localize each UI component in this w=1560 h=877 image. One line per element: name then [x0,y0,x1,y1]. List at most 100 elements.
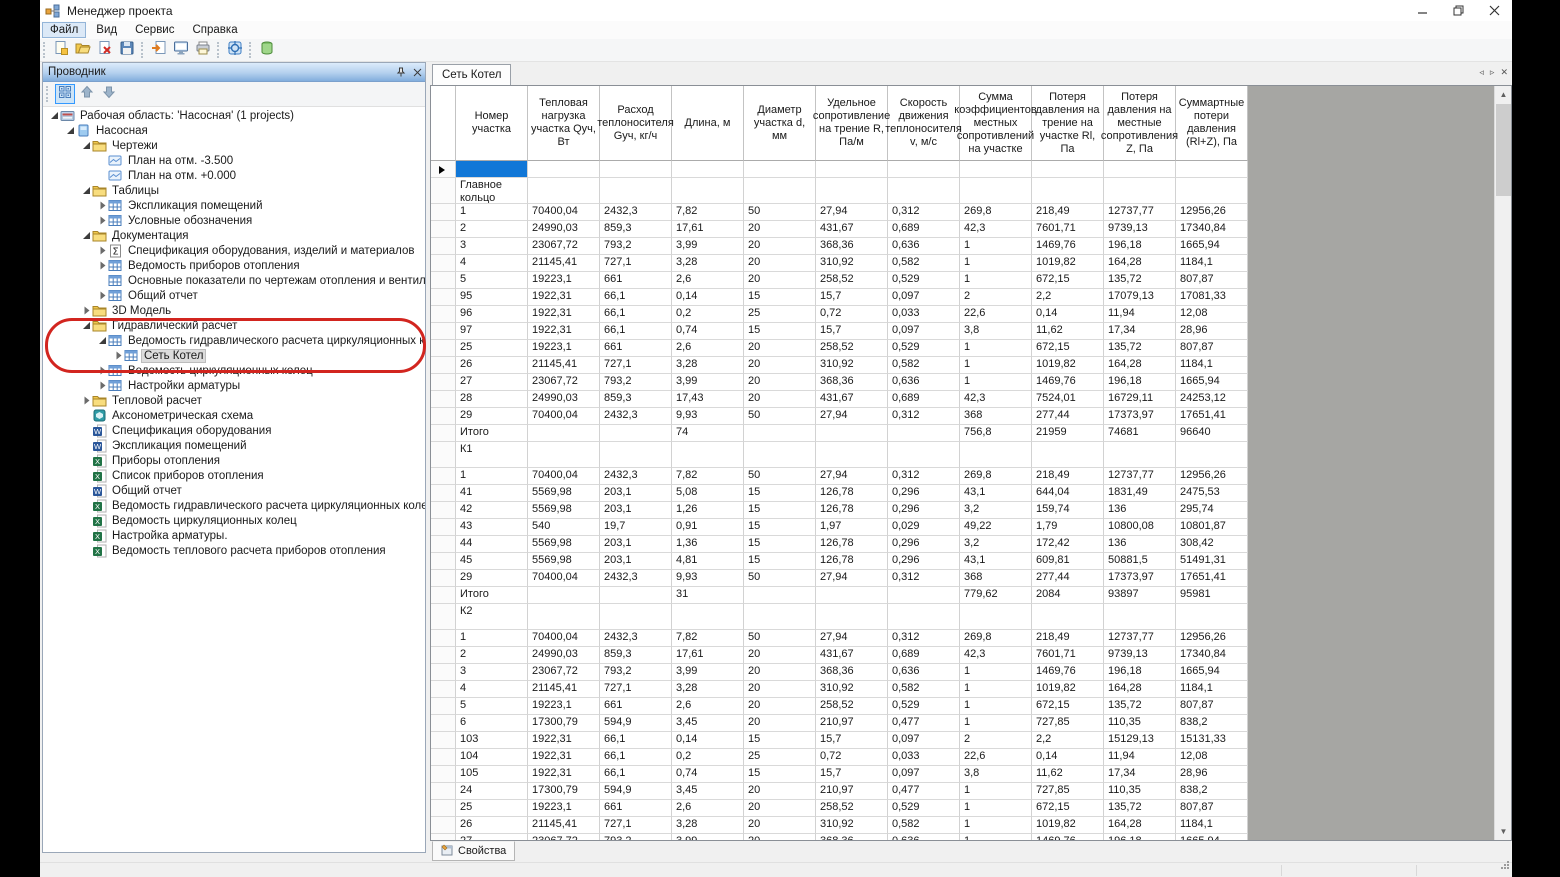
table-cell[interactable]: 1665,94 [1176,664,1248,681]
column-header[interactable]: Потеря давления на местные сопротивления… [1104,86,1176,161]
tree-item[interactable]: Аксонометрическая схема [43,408,425,423]
table-cell[interactable]: 24 [456,783,528,800]
table-cell[interactable]: 3,2 [960,502,1032,519]
table-cell[interactable]: 21145,41 [528,255,600,272]
table-cell[interactable]: 20 [744,357,816,374]
table-cell[interactable]: 15,7 [816,732,888,749]
table-cell[interactable]: 1 [960,374,1032,391]
table-cell[interactable]: 135,72 [1104,698,1176,715]
table-cell[interactable]: 2,6 [672,272,744,289]
table-cell[interactable]: 44 [456,536,528,553]
table-cell[interactable]: 93897 [1104,587,1176,604]
table-cell[interactable]: 19223,1 [528,800,600,817]
table-row[interactable]: 971922,3166,10,741515,70,0973,811,6217,3… [431,323,1248,340]
table-cell[interactable] [1176,604,1248,630]
table-cell[interactable]: 24990,03 [528,221,600,238]
tree-item[interactable]: XВедомость теплового расчета приборов от… [43,543,425,558]
table-cell[interactable]: 0,689 [888,647,960,664]
tree-item[interactable]: XСписок приборов отопления [43,468,425,483]
restore-button[interactable] [1440,0,1476,21]
table-cell[interactable]: 4 [456,681,528,698]
table-cell[interactable]: 0,74 [672,323,744,340]
table-cell[interactable] [888,587,960,604]
table-cell[interactable] [600,161,672,178]
table-cell[interactable]: 164,28 [1104,817,1176,834]
collapsed-icon[interactable] [81,396,91,405]
table-cell[interactable]: 9739,13 [1104,647,1176,664]
table-cell[interactable]: 20 [744,647,816,664]
table-cell[interactable]: 1019,82 [1032,817,1104,834]
new-project-button[interactable] [50,40,72,60]
table-cell[interactable]: 17300,79 [528,783,600,800]
table-row[interactable]: 170400,042432,37,825027,940,312269,8218,… [431,630,1248,647]
tree-item[interactable]: Рабочая область: 'Насосная' (1 projects) [43,108,425,123]
table-cell[interactable]: 2432,3 [600,204,672,221]
table-cell[interactable]: 70400,04 [528,630,600,647]
table-cell[interactable]: 1 [960,272,1032,289]
table-cell[interactable]: 74 [672,425,744,442]
table-row[interactable]: Итого31779,6220849389795981 [431,587,1248,604]
table-cell[interactable]: 15 [744,323,816,340]
table-cell[interactable]: 135,72 [1104,340,1176,357]
table-row[interactable]: 617300,79594,93,4520210,970,4771727,8511… [431,715,1248,732]
table-row[interactable]: 421145,41727,13,2820310,920,58211019,821… [431,681,1248,698]
tree-item[interactable]: XВедомость гидравлического расчета цирку… [43,498,425,513]
table-cell[interactable]: 0,097 [888,732,960,749]
table-cell[interactable]: 3,28 [672,817,744,834]
table-cell[interactable]: 0,582 [888,255,960,272]
table-cell[interactable]: 31 [672,587,744,604]
table-cell[interactable] [1104,442,1176,468]
table-cell[interactable]: 20 [744,391,816,408]
table-cell[interactable] [528,425,600,442]
table-cell[interactable]: 126,78 [816,502,888,519]
table-cell[interactable] [888,604,960,630]
table-cell[interactable]: 793,2 [600,834,672,840]
table-cell[interactable]: 210,97 [816,715,888,732]
column-header[interactable]: Номер участка [456,86,528,161]
table-row[interactable]: 2621145,41727,13,2820310,920,58211019,82… [431,357,1248,374]
table-cell[interactable]: 12737,77 [1104,204,1176,221]
table-cell[interactable]: 1184,1 [1176,255,1248,272]
expanded-icon[interactable] [81,186,91,195]
tree-item[interactable]: Таблицы [43,183,425,198]
table-cell[interactable]: 2432,3 [600,408,672,425]
table-cell[interactable]: 1 [456,630,528,647]
close-project-button[interactable] [94,40,116,60]
collapsed-icon[interactable] [97,366,107,375]
table-cell[interactable]: 4,81 [672,553,744,570]
table-cell[interactable]: 23067,72 [528,374,600,391]
table-cell[interactable] [816,604,888,630]
table-cell[interactable]: 310,92 [816,817,888,834]
table-cell[interactable]: 15 [744,553,816,570]
close-button[interactable] [1476,0,1512,21]
table-cell[interactable]: 196,18 [1104,834,1176,840]
table-cell[interactable]: 5 [456,698,528,715]
table-cell[interactable] [960,178,1032,204]
tab-close-icon[interactable]: ✕ [1500,67,1508,78]
table-cell[interactable]: 15129,13 [1104,732,1176,749]
table-cell[interactable]: 1184,1 [1176,681,1248,698]
column-header[interactable]: Расход теплоносителя Gуч, кг/ч [600,86,672,161]
table-cell[interactable]: 1922,31 [528,749,600,766]
tree-item[interactable]: Сеть Котел [43,348,425,363]
table-cell[interactable]: 17,61 [672,221,744,238]
table-cell[interactable]: 0,689 [888,391,960,408]
table-cell[interactable]: 41 [456,485,528,502]
table-cell[interactable]: 1 [960,238,1032,255]
table-cell[interactable]: 22,6 [960,749,1032,766]
pin-icon[interactable] [393,64,409,80]
table-cell[interactable]: 7,82 [672,204,744,221]
table-cell[interactable]: 727,85 [1032,715,1104,732]
table-cell[interactable]: 368,36 [816,374,888,391]
table-cell[interactable]: 19223,1 [528,698,600,715]
table-row[interactable]: 2970400,042432,39,935027,940,312368277,4… [431,408,1248,425]
table-cell[interactable]: 20 [744,783,816,800]
collapsed-icon[interactable] [113,351,123,360]
table-cell[interactable]: 126,78 [816,485,888,502]
table-cell[interactable]: 3,28 [672,681,744,698]
tree-item[interactable]: Общий отчет [43,288,425,303]
table-cell[interactable]: Главное кольцо [456,178,528,204]
table-cell[interactable]: 19223,1 [528,272,600,289]
table-cell[interactable]: 1665,94 [1176,238,1248,255]
table-cell[interactable]: 11,62 [1032,323,1104,340]
